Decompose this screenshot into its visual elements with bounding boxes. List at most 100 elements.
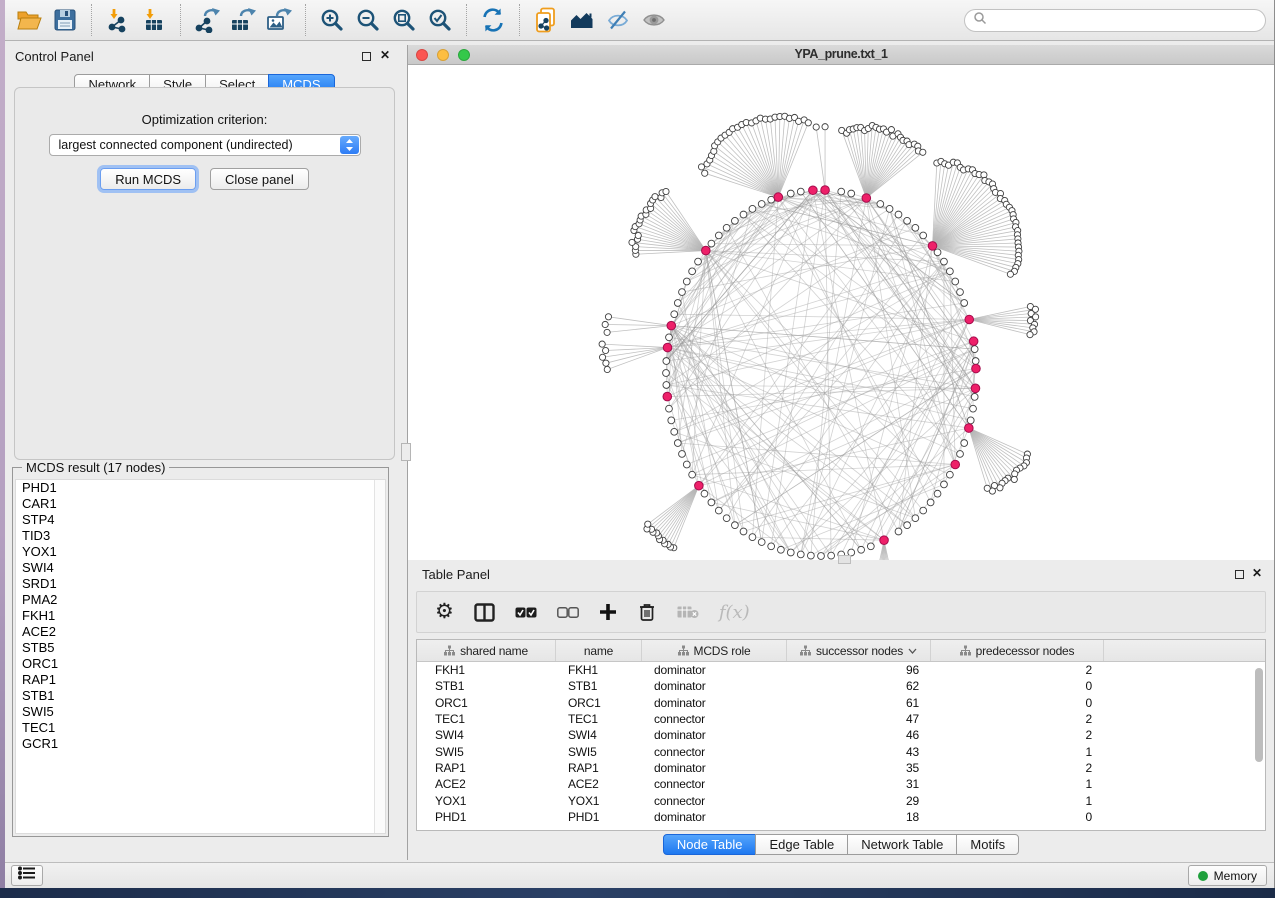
export-table-icon[interactable] [225, 3, 261, 37]
cell-shared-name[interactable]: FKH1 [417, 663, 556, 677]
cell-predecessor-nodes[interactable]: 2 [931, 663, 1104, 677]
network-node[interactable] [666, 334, 673, 341]
network-node[interactable] [946, 471, 953, 478]
mcds-result-list[interactable]: PHD1CAR1STP4TID3YOX1SWI4SRD1PMA2FKH1ACE2… [15, 479, 386, 834]
network-node[interactable] [967, 417, 974, 424]
network-node-mcds[interactable] [969, 337, 978, 346]
cell-mcds-role[interactable]: connector [642, 712, 787, 726]
cell-shared-name[interactable]: TEC1 [417, 712, 556, 726]
table-row[interactable]: YOX1YOX1connector291 [417, 792, 1265, 808]
table-settings-icon[interactable]: ⚙ [435, 599, 454, 625]
cell-name[interactable]: SWI5 [556, 745, 642, 759]
network-node[interactable] [758, 539, 765, 546]
network-node[interactable] [683, 461, 690, 468]
network-node[interactable] [602, 321, 608, 327]
delete-column-icon[interactable] [637, 599, 657, 625]
table-row[interactable]: SWI4SWI4dominator462 [417, 727, 1265, 743]
network-node[interactable] [777, 546, 784, 553]
network-node[interactable] [787, 549, 794, 556]
network-node[interactable] [957, 451, 964, 458]
cell-predecessor-nodes[interactable]: 0 [931, 679, 1104, 693]
horizontal-split-handle[interactable] [838, 555, 851, 564]
cell-predecessor-nodes[interactable]: 1 [931, 745, 1104, 759]
network-node[interactable] [813, 124, 819, 130]
mcds-result-item[interactable]: PHD1 [16, 480, 385, 496]
network-node[interactable] [867, 543, 874, 550]
import-table-icon[interactable] [136, 3, 172, 37]
network-node[interactable] [604, 329, 610, 335]
cell-successor-nodes[interactable]: 18 [787, 810, 931, 824]
network-node[interactable] [689, 268, 696, 275]
table-row[interactable]: ORC1ORC1dominator610 [417, 695, 1265, 711]
run-mcds-button[interactable]: Run MCDS [100, 168, 196, 190]
network-node[interactable] [604, 366, 610, 372]
network-node[interactable] [1007, 271, 1013, 277]
zoom-out-icon[interactable] [350, 3, 386, 37]
network-node[interactable] [679, 289, 686, 296]
cell-name[interactable]: PHD1 [556, 810, 642, 824]
cell-shared-name[interactable]: STB1 [417, 679, 556, 693]
zoom-selected-icon[interactable] [422, 3, 458, 37]
network-node[interactable] [715, 507, 722, 514]
cell-predecessor-nodes[interactable]: 2 [931, 761, 1104, 775]
network-node[interactable] [1027, 332, 1033, 338]
network-node-mcds[interactable] [809, 186, 818, 195]
column-header-mcds-role[interactable]: MCDS role [642, 640, 787, 661]
cell-name[interactable]: SWI4 [556, 728, 642, 742]
network-node[interactable] [683, 278, 690, 285]
cell-shared-name[interactable]: SWI4 [417, 728, 556, 742]
close-panel-icon[interactable]: ✕ [380, 48, 390, 62]
table-row[interactable]: RAP1RAP1dominator352 [417, 760, 1265, 776]
import-network-icon[interactable] [100, 3, 136, 37]
mcds-result-item[interactable]: ORC1 [16, 656, 385, 672]
table-row[interactable]: FKH1FKH1dominator962 [417, 662, 1265, 678]
table-row[interactable]: STB1STB1dominator620 [417, 678, 1265, 694]
network-node[interactable] [920, 507, 927, 514]
tab-motifs[interactable]: Motifs [956, 834, 1019, 855]
copy-network-icon[interactable] [528, 3, 564, 37]
network-node-mcds[interactable] [880, 536, 889, 545]
network-node[interactable] [671, 311, 678, 318]
network-window-titlebar[interactable]: YPA_prune.txt_1 [408, 45, 1274, 65]
network-node[interactable] [838, 188, 845, 195]
cell-mcds-role[interactable]: dominator [642, 728, 787, 742]
table-row[interactable]: ACE2ACE2connector311 [417, 776, 1265, 792]
network-node[interactable] [599, 341, 605, 347]
network-node[interactable] [927, 499, 934, 506]
network-node[interactable] [663, 382, 670, 389]
table-row[interactable]: SWI5SWI5connector431 [417, 743, 1265, 759]
cell-name[interactable]: FKH1 [556, 663, 642, 677]
network-node-mcds[interactable] [667, 321, 676, 330]
cell-successor-nodes[interactable]: 96 [787, 663, 931, 677]
float-panel-icon[interactable] [362, 52, 371, 61]
network-node[interactable] [904, 522, 911, 529]
cell-mcds-role[interactable]: dominator [642, 663, 787, 677]
optimization-criterion-select[interactable]: largest connected component (undirected) [49, 134, 361, 156]
network-node-mcds[interactable] [695, 481, 704, 490]
network-node-mcds[interactable] [663, 343, 672, 352]
network-node[interactable] [749, 205, 756, 212]
network-node[interactable] [715, 232, 722, 239]
cell-successor-nodes[interactable]: 62 [787, 679, 931, 693]
search-input[interactable] [987, 11, 1265, 30]
network-node[interactable] [895, 211, 902, 218]
network-node-mcds[interactable] [821, 186, 830, 195]
network-node[interactable] [961, 300, 968, 307]
network-node[interactable] [740, 528, 747, 535]
network-node[interactable] [702, 170, 708, 176]
cell-mcds-role[interactable]: connector [642, 777, 787, 791]
cell-successor-nodes[interactable]: 29 [787, 794, 931, 808]
network-node[interactable] [708, 240, 715, 247]
network-node[interactable] [971, 346, 978, 353]
network-node[interactable] [768, 543, 775, 550]
cell-mcds-role[interactable]: dominator [642, 679, 787, 693]
mcds-result-item[interactable]: ACE2 [16, 624, 385, 640]
cell-shared-name[interactable]: YOX1 [417, 794, 556, 808]
column-header-predecessor-nodes[interactable]: predecessor nodes [931, 640, 1104, 661]
float-panel-icon[interactable] [1235, 570, 1244, 579]
network-node-mcds[interactable] [971, 384, 980, 393]
network-node[interactable] [972, 358, 979, 365]
mcds-result-item[interactable]: STB1 [16, 688, 385, 704]
network-node[interactable] [895, 528, 902, 535]
zoom-fit-icon[interactable] [386, 3, 422, 37]
